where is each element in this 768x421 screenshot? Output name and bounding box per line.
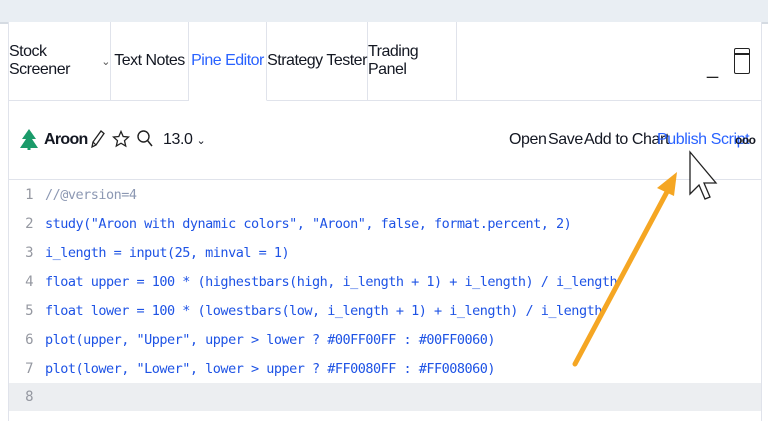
- tab-strategy-tester[interactable]: Strategy Tester: [267, 22, 368, 100]
- line-number: 8: [25, 389, 33, 405]
- tab-text-notes[interactable]: Text Notes: [111, 22, 189, 100]
- tab-stock-screener[interactable]: Stock Screener ⌄: [9, 22, 111, 100]
- line-number: 4: [25, 273, 33, 290]
- chevron-down-icon: ⌄: [101, 55, 110, 68]
- code-line: 4 float upper = 100 * (highestbars(high,…: [9, 267, 761, 296]
- editor-toolbar: Aroon 13.0 ⌄ Open Save Add to Chart Publ…: [9, 101, 761, 180]
- tab-label: Stock Screener: [9, 43, 70, 78]
- code-line: 3 i_length = input(25, minval = 1): [9, 238, 761, 267]
- code-line: 1 //@version=4: [9, 180, 761, 209]
- tab-trading-panel[interactable]: Trading Panel: [368, 22, 457, 100]
- top-strip: [0, 0, 768, 24]
- line-number: 1: [25, 186, 33, 203]
- chevron-down-icon: ⌄: [196, 134, 206, 147]
- rename-pencil-icon[interactable]: [89, 129, 105, 149]
- search-icon[interactable]: [136, 129, 154, 148]
- tab-label: Strategy Tester: [267, 52, 367, 69]
- code-text: plot(lower, "Lower", lower > upper ? #FF…: [45, 360, 496, 377]
- code-text: float upper = 100 * (highestbars(high, i…: [45, 273, 618, 290]
- code-line: 6 plot(upper, "Upper", upper > lower ? #…: [9, 325, 761, 354]
- script-name[interactable]: Aroon: [44, 101, 88, 179]
- code-text: i_length = input(25, minval = 1): [45, 244, 290, 261]
- code-line: 5 float lower = 100 * (lowestbars(low, i…: [9, 296, 761, 325]
- line-number: 3: [25, 244, 33, 261]
- font-size-dropdown[interactable]: 13.0 ⌄: [163, 101, 206, 179]
- line-number: 6: [25, 331, 33, 348]
- code-text: //@version=4: [45, 186, 137, 203]
- code-line-current: 8: [9, 383, 761, 411]
- line-number: 5: [25, 302, 33, 319]
- tab-label: Trading Panel: [368, 43, 419, 78]
- more-options-icon[interactable]: ooo: [735, 101, 756, 179]
- tab-label: Pine Editor: [191, 52, 264, 69]
- save-button[interactable]: Save: [548, 101, 583, 179]
- tab-label: Text Notes: [114, 52, 185, 69]
- code-text: study("Aroon with dynamic colors", "Aroo…: [45, 215, 572, 232]
- code-text: plot(upper, "Upper", upper > lower ? #00…: [45, 331, 496, 348]
- maximize-icon[interactable]: [734, 48, 750, 74]
- tab-pine-editor[interactable]: Pine Editor: [189, 22, 267, 101]
- code-editor[interactable]: 1 //@version=4 2 study("Aroon with dynam…: [9, 180, 761, 421]
- open-button[interactable]: Open: [509, 101, 547, 179]
- code-line: 2 study("Aroon with dynamic colors", "Ar…: [9, 209, 761, 238]
- bottom-panel-tabbar: Stock Screener ⌄ Text Notes Pine Editor …: [9, 22, 761, 101]
- font-size-value: 13.0: [163, 131, 193, 148]
- star-icon[interactable]: [112, 130, 130, 148]
- line-number: 2: [25, 215, 33, 232]
- pine-editor-panel: Stock Screener ⌄ Text Notes Pine Editor …: [8, 22, 762, 421]
- code-text: float lower = 100 * (lowestbars(low, i_l…: [45, 302, 602, 319]
- line-number: 7: [25, 360, 33, 377]
- pine-logo-icon: [20, 129, 38, 150]
- code-line: 7 plot(lower, "Lower", lower > upper ? #…: [9, 354, 761, 383]
- minimize-icon[interactable]: _: [707, 57, 718, 80]
